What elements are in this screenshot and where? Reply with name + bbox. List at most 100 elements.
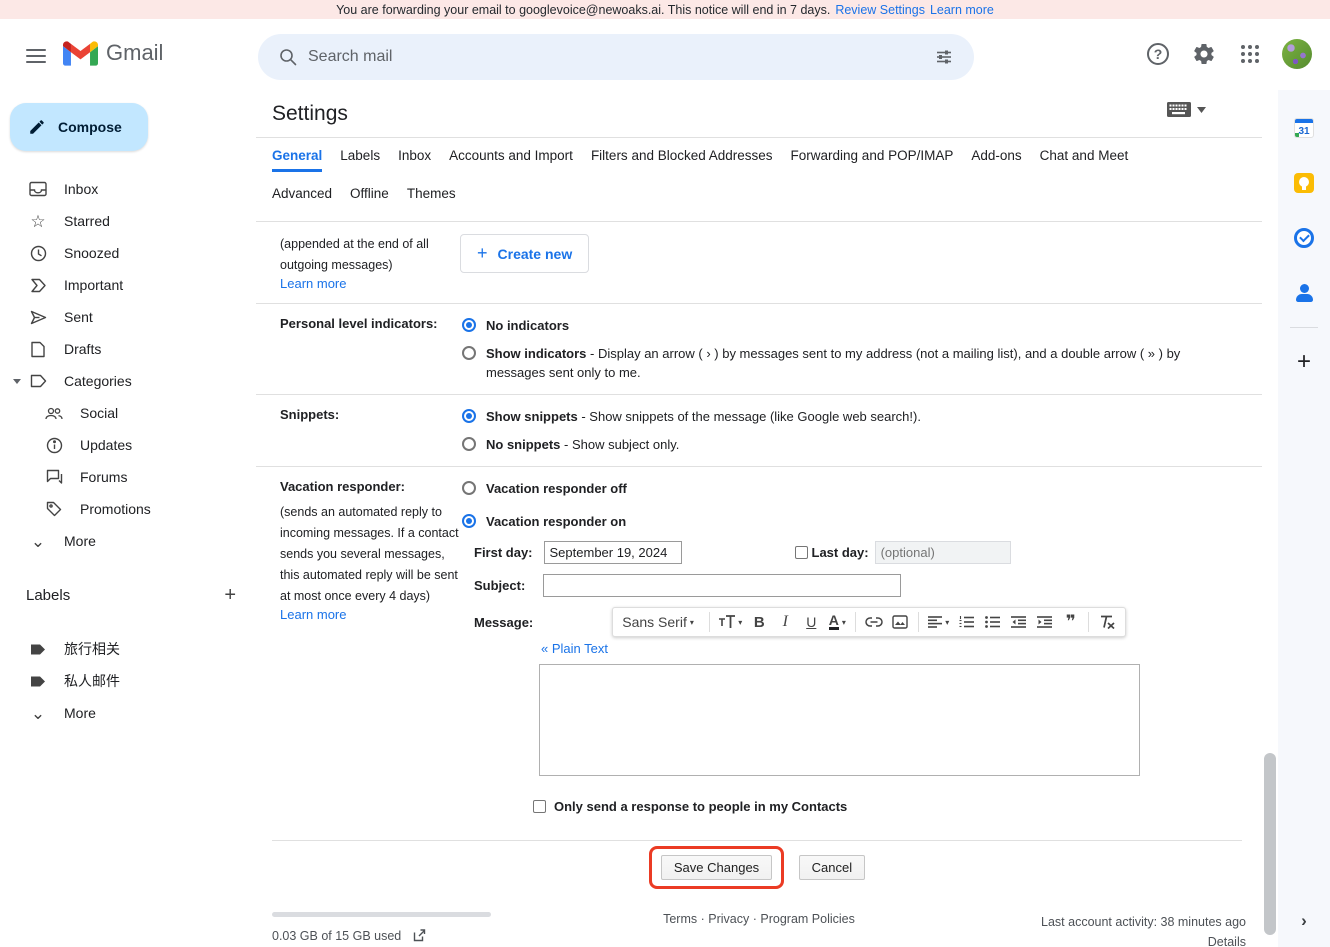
tab-labels[interactable]: Labels <box>340 148 380 172</box>
quote-icon[interactable]: ❞ <box>1058 611 1082 633</box>
account-avatar[interactable] <box>1282 39 1312 69</box>
people-icon <box>44 407 64 420</box>
search-input[interactable] <box>308 48 924 66</box>
tab-offline[interactable]: Offline <box>350 186 389 207</box>
vertical-scrollbar[interactable] <box>1264 753 1276 935</box>
tab-themes[interactable]: Themes <box>407 186 456 207</box>
sidebar-item-social[interactable]: Social <box>0 397 256 429</box>
sidebar-item-important[interactable]: Important <box>0 269 256 301</box>
gmail-logo[interactable]: Gmail <box>63 39 163 66</box>
privacy-link[interactable]: Privacy <box>708 912 749 926</box>
create-new-signature-button[interactable]: + Create new <box>460 234 589 273</box>
sidebar-item-starred[interactable]: ☆ Starred <box>0 205 256 237</box>
indent-less-icon[interactable] <box>1006 611 1030 633</box>
collapse-panel-icon[interactable]: › <box>1278 911 1330 931</box>
text-color-button[interactable]: A▾ <box>825 611 849 633</box>
bulleted-list-icon[interactable] <box>980 611 1004 633</box>
help-icon[interactable]: ? <box>1138 34 1178 74</box>
banner-learn-more-link[interactable]: Learn more <box>930 3 994 17</box>
vacation-message-textarea[interactable] <box>539 664 1140 776</box>
sidebar-item-drafts[interactable]: Drafts <box>0 333 256 365</box>
sidebar-label-travel[interactable]: 旅行相关 <box>0 633 256 665</box>
sidebar-item-more[interactable]: ⌄ More <box>0 525 256 557</box>
tab-forwarding[interactable]: Forwarding and POP/IMAP <box>791 148 954 172</box>
sidebar-item-sent[interactable]: Sent <box>0 301 256 333</box>
program-policies-link[interactable]: Program Policies <box>760 912 854 926</box>
google-apps-icon[interactable] <box>1230 34 1270 74</box>
show-indicators-radio[interactable] <box>462 346 476 360</box>
collapse-triangle-icon[interactable] <box>13 379 21 384</box>
tab-accounts-and-import[interactable]: Accounts and Import <box>449 148 573 172</box>
sidebar-item-snoozed[interactable]: Snoozed <box>0 237 256 269</box>
contacts-icon[interactable] <box>1278 273 1330 313</box>
last-day-input[interactable] <box>875 541 1011 564</box>
terms-link[interactable]: Terms <box>663 912 697 926</box>
search-icon[interactable] <box>268 37 308 77</box>
input-tools-control[interactable] <box>1167 102 1206 117</box>
contacts-only-checkbox[interactable] <box>533 800 546 813</box>
save-changes-button[interactable]: Save Changes <box>661 855 772 880</box>
create-label-icon[interactable]: + <box>224 584 236 607</box>
italic-button[interactable]: I <box>773 611 797 633</box>
tab-chat-and-meet[interactable]: Chat and Meet <box>1040 148 1129 172</box>
search-options-icon[interactable] <box>924 37 964 77</box>
insert-link-icon[interactable] <box>862 611 886 633</box>
sidebar-item-forums[interactable]: Forums <box>0 461 256 493</box>
subject-input[interactable] <box>543 574 901 597</box>
underline-button[interactable]: U <box>799 611 823 633</box>
review-settings-link[interactable]: Review Settings <box>835 3 925 17</box>
tab-filters[interactable]: Filters and Blocked Addresses <box>591 148 773 172</box>
insert-photo-icon[interactable] <box>888 611 912 633</box>
tab-advanced[interactable]: Advanced <box>272 186 332 207</box>
vacation-off-radio[interactable] <box>462 481 476 495</box>
search-bar[interactable] <box>258 34 974 80</box>
tab-inbox[interactable]: Inbox <box>398 148 431 172</box>
chat-icon <box>44 469 64 485</box>
sidebar-item-categories[interactable]: Categories <box>0 365 256 397</box>
indent-more-icon[interactable] <box>1032 611 1056 633</box>
remove-formatting-icon[interactable] <box>1095 611 1119 633</box>
save-highlight-annotation: Save Changes <box>649 846 784 889</box>
first-day-label: First day: <box>474 545 533 560</box>
settings-gear-icon[interactable] <box>1184 34 1224 74</box>
font-family-select[interactable]: Sans Serif▾ <box>619 611 703 633</box>
settings-tabs: General Labels Inbox Accounts and Import… <box>256 138 1262 207</box>
signature-learn-more-link[interactable]: Learn more <box>280 276 346 291</box>
calendar-icon[interactable]: 31 <box>1278 108 1330 148</box>
text-size-button[interactable]: ▾ <box>716 611 745 633</box>
align-button[interactable]: ▾ <box>925 611 952 633</box>
main-menu-icon[interactable] <box>24 43 48 65</box>
last-activity-text: Last account activity: 38 minutes ago <box>946 912 1246 932</box>
gmail-settings-screen: You are forwarding your email to googlev… <box>0 0 1330 947</box>
numbered-list-icon[interactable] <box>954 611 978 633</box>
tasks-icon[interactable] <box>1278 218 1330 258</box>
sidebar-labels-more[interactable]: ⌄ More <box>0 697 256 729</box>
formatting-toolbar: Sans Serif▾ ▾ B I U A▾ <box>612 607 1126 637</box>
bold-button[interactable]: B <box>747 611 771 633</box>
no-snippets-radio[interactable] <box>462 437 476 451</box>
sidebar-item-updates[interactable]: Updates <box>0 429 256 461</box>
keyboard-icon <box>1167 102 1191 117</box>
get-addons-icon[interactable]: + <box>1278 342 1330 382</box>
keep-icon[interactable] <box>1278 163 1330 203</box>
message-label: Message: <box>474 615 533 630</box>
vacation-on-radio[interactable] <box>462 514 476 528</box>
last-day-label: Last day: <box>812 545 869 560</box>
show-snippets-radio[interactable] <box>462 409 476 423</box>
compose-button[interactable]: Compose <box>10 103 148 151</box>
sidebar-item-inbox[interactable]: Inbox <box>0 173 256 205</box>
send-icon <box>28 310 48 325</box>
tab-addons[interactable]: Add-ons <box>971 148 1021 172</box>
cancel-button[interactable]: Cancel <box>799 855 865 880</box>
no-indicators-radio[interactable] <box>462 318 476 332</box>
tab-general[interactable]: General <box>272 148 322 172</box>
sidebar-label-private[interactable]: 私人邮件 <box>0 665 256 697</box>
sidebar-item-promotions[interactable]: Promotions <box>0 493 256 525</box>
external-link-icon[interactable] <box>413 929 426 942</box>
vacation-learn-more-link[interactable]: Learn more <box>280 607 346 622</box>
details-link[interactable]: Details <box>1208 935 1246 947</box>
first-day-input[interactable] <box>544 541 682 564</box>
last-day-checkbox[interactable] <box>795 546 808 559</box>
plain-text-toggle[interactable]: « Plain Text <box>541 641 608 656</box>
page-title: Settings <box>272 102 348 125</box>
